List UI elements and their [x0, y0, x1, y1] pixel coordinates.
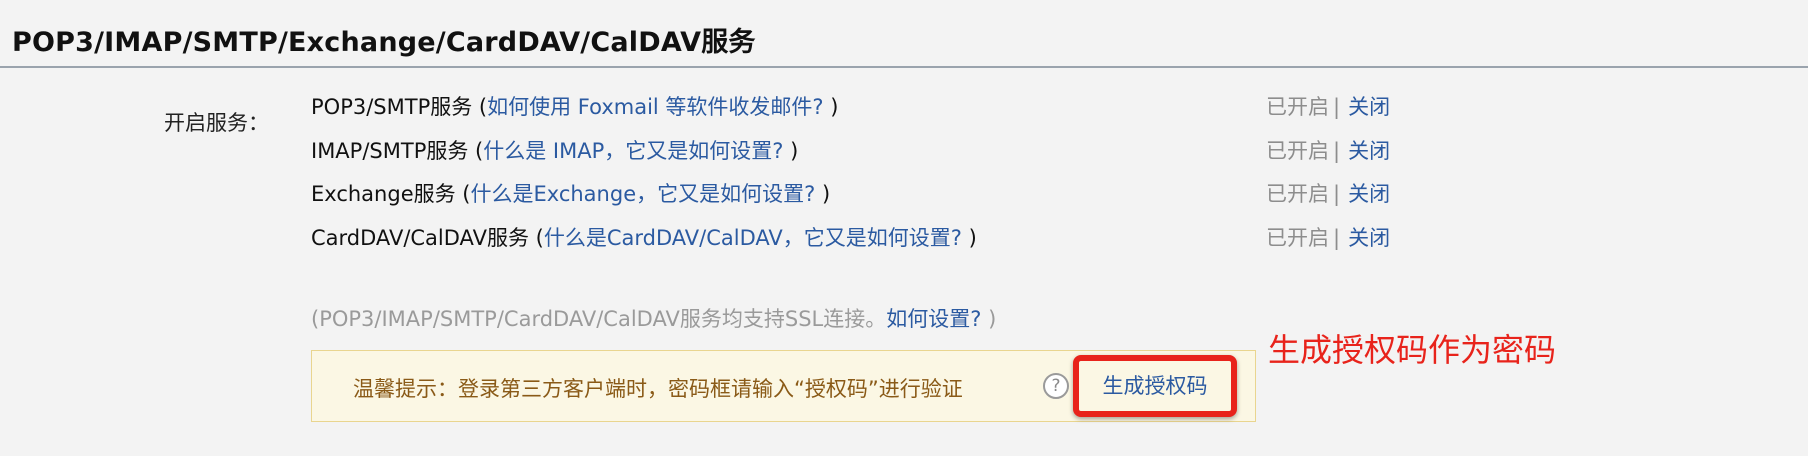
service-status-carddav: 已开启 | 关闭	[1266, 226, 1391, 250]
generate-auth-code-button[interactable]: 生成授权码	[1073, 355, 1237, 417]
annotation-text: 生成授权码作为密码	[1268, 331, 1557, 369]
service-name: IMAP/SMTP服务	[311, 139, 469, 163]
service-name: Exchange服务	[311, 182, 456, 206]
ssl-note: (POP3/IMAP/SMTP/CardDAV/CalDAV服务均支持SSL连接…	[311, 307, 997, 331]
close-service-exchange-link[interactable]: 关闭	[1348, 182, 1390, 206]
ssl-settings-link[interactable]: 如何设置?	[886, 307, 981, 331]
service-row-pop3: POP3/SMTP服务 (如何使用 Foxmail 等软件收发邮件? )	[311, 95, 839, 119]
status-text: 已开启	[1266, 95, 1329, 119]
service-row-carddav: CardDAV/CalDAV服务 (什么是CardDAV/CalDAV，它又是如…	[311, 226, 977, 250]
section-header: POP3/IMAP/SMTP/Exchange/CardDAV/CalDAV服务	[0, 0, 1808, 68]
status-text: 已开启	[1266, 182, 1329, 206]
tip-text: 温馨提示：登录第三方客户端时，密码框请输入“授权码”进行验证	[353, 377, 963, 401]
section-title: POP3/IMAP/SMTP/Exchange/CardDAV/CalDAV服务	[12, 27, 756, 58]
help-link-pop3[interactable]: 如何使用 Foxmail 等软件收发邮件?	[487, 95, 823, 119]
help-link-exchange[interactable]: 什么是Exchange，它又是如何设置?	[471, 182, 816, 206]
service-status-pop3: 已开启 | 关闭	[1266, 95, 1391, 119]
question-icon[interactable]: ?	[1043, 373, 1069, 399]
service-status-imap: 已开启 | 关闭	[1266, 139, 1391, 163]
status-text: 已开启	[1266, 139, 1329, 163]
service-row-exchange: Exchange服务 (什么是Exchange，它又是如何设置? )	[311, 182, 831, 206]
close-service-pop3-link[interactable]: 关闭	[1348, 95, 1390, 119]
service-row-imap: IMAP/SMTP服务 (什么是 IMAP，它又是如何设置? )	[311, 139, 799, 163]
close-service-carddav-link[interactable]: 关闭	[1348, 226, 1390, 250]
status-text: 已开启	[1266, 226, 1329, 250]
service-status-exchange: 已开启 | 关闭	[1266, 182, 1391, 206]
help-link-imap[interactable]: 什么是 IMAP，它又是如何设置?	[483, 139, 783, 163]
services-label: 开启服务：	[164, 111, 269, 135]
close-service-imap-link[interactable]: 关闭	[1348, 139, 1390, 163]
service-name: POP3/SMTP服务	[311, 95, 473, 119]
service-name: CardDAV/CalDAV服务	[311, 226, 529, 250]
help-link-carddav[interactable]: 什么是CardDAV/CalDAV，它又是如何设置?	[544, 226, 962, 250]
